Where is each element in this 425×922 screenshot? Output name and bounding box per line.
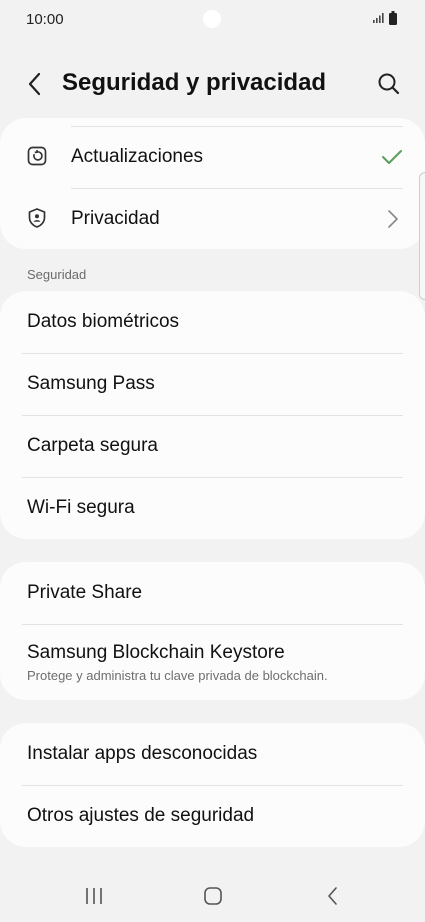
settings-item-blockchain-keystore[interactable]: Samsung Blockchain Keystore Protege y ad… <box>0 624 425 700</box>
camera-cutout <box>203 10 221 28</box>
settings-item-label: Instalar apps desconocidas <box>27 743 258 764</box>
status-bar: 10:00 <box>0 0 425 40</box>
home-icon[interactable] <box>198 884 228 908</box>
settings-item-actualizaciones[interactable]: Actualizaciones <box>0 126 425 188</box>
settings-item-label: Samsung Blockchain Keystore <box>27 642 285 663</box>
privacy-shield-icon <box>28 208 46 228</box>
search-icon[interactable] <box>374 69 404 99</box>
scrollbar[interactable] <box>419 172 425 300</box>
settings-item-datos-biometricos[interactable]: Datos biométricos <box>0 291 425 353</box>
settings-item-label: Private Share <box>27 582 143 603</box>
share-settings-card: Private Share Samsung Blockchain Keystor… <box>0 562 425 700</box>
update-icon <box>27 146 47 166</box>
settings-item-label: Wi-Fi segura <box>27 497 135 518</box>
settings-item-label: Datos biométricos <box>27 311 180 332</box>
top-settings-card: Actualizaciones Privacidad <box>0 118 425 249</box>
settings-item-otros-ajustes[interactable]: Otros ajustes de seguridad <box>0 785 425 847</box>
settings-item-label: Actualizaciones <box>71 146 204 167</box>
settings-item-wifi-segura[interactable]: Wi-Fi segura <box>0 477 425 539</box>
settings-item-label: Samsung Pass <box>27 373 155 394</box>
settings-item-privacidad[interactable]: Privacidad <box>0 188 425 249</box>
battery-icon <box>389 11 397 25</box>
security-settings-card: Datos biométricos Samsung Pass Carpeta s… <box>0 291 425 539</box>
navigation-bar <box>0 870 425 922</box>
section-header-seguridad: Seguridad <box>27 267 87 282</box>
settings-item-private-share[interactable]: Private Share <box>0 562 425 624</box>
check-icon <box>382 150 402 164</box>
settings-item-label: Privacidad <box>71 208 160 229</box>
settings-item-instalar-apps[interactable]: Instalar apps desconocidas <box>0 723 425 785</box>
other-settings-card: Instalar apps desconocidas Otros ajustes… <box>0 723 425 847</box>
settings-item-carpeta-segura[interactable]: Carpeta segura <box>0 415 425 477</box>
settings-item-label: Otros ajustes de seguridad <box>27 805 255 826</box>
page-title: Seguridad y privacidad <box>62 69 327 96</box>
recent-apps-icon[interactable] <box>79 884 109 908</box>
settings-item-label: Carpeta segura <box>27 435 158 456</box>
status-time: 10:00 <box>26 11 64 28</box>
app-header: Seguridad y privacidad <box>0 55 425 111</box>
signal-icon <box>373 13 384 23</box>
back-nav-icon[interactable] <box>318 884 348 908</box>
settings-item-samsung-pass[interactable]: Samsung Pass <box>0 353 425 415</box>
settings-item-description: Protege y administra tu clave privada de… <box>27 668 328 683</box>
chevron-right-icon <box>388 210 398 228</box>
back-arrow-icon[interactable] <box>20 69 50 99</box>
